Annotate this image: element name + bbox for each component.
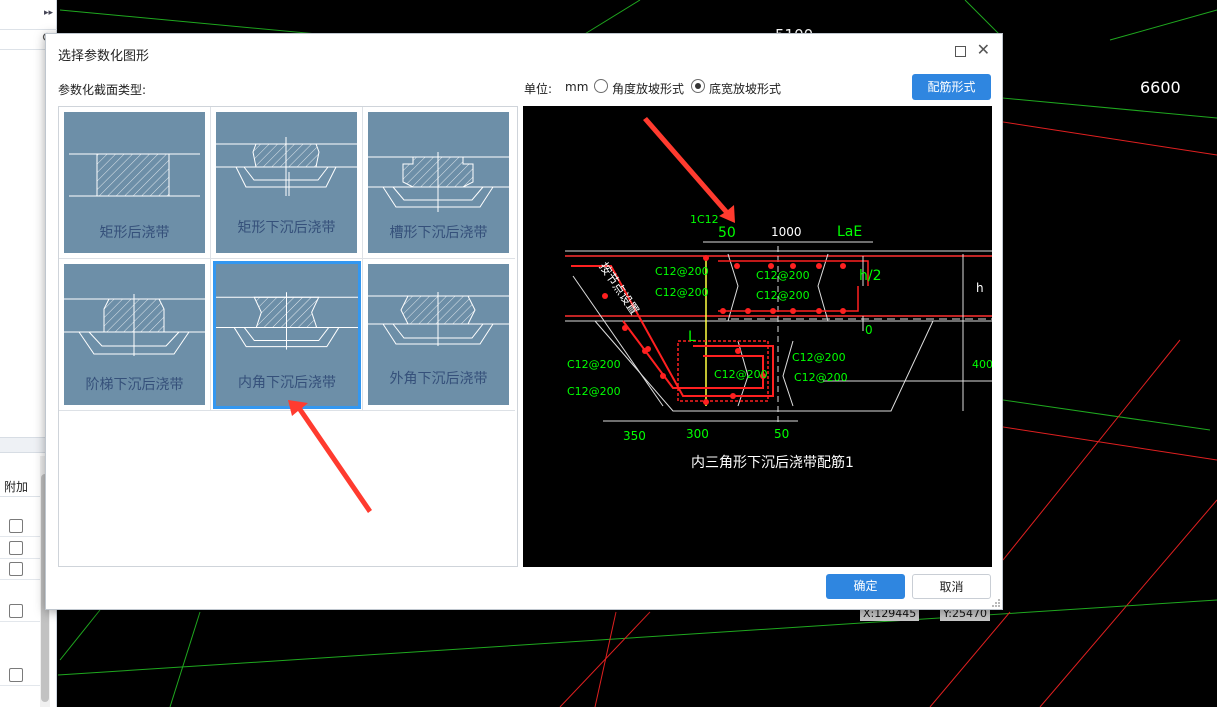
panel-header: ▸▸ bbox=[0, 0, 57, 30]
table-row bbox=[0, 559, 40, 580]
shape-tile-rect[interactable]: 矩形后浇带 bbox=[59, 107, 211, 259]
table-row bbox=[0, 665, 40, 686]
label-slope-setting: 按节点设置 bbox=[597, 260, 642, 318]
annotation-arrow-icon bbox=[288, 400, 372, 513]
rebar-label-right: C12@200 bbox=[714, 368, 768, 381]
dialog-title: 选择参数化图形 bbox=[58, 49, 150, 64]
row-checkbox[interactable] bbox=[9, 668, 23, 682]
tile-label: 内角下沉后浇带 bbox=[238, 375, 336, 391]
rebar-label-left: C12@200 bbox=[567, 358, 621, 371]
tile-label: 矩形后浇带 bbox=[99, 225, 170, 241]
column-header-attach: 附加 bbox=[0, 475, 40, 497]
shape-tile-inner-corner-sunken[interactable]: 内角下沉后浇带 bbox=[211, 259, 363, 411]
select-parametric-shape-dialog: 选择参数化图形 ✕ 参数化截面类型: 单位: mm 角度放坡形式 底宽放坡形式 … bbox=[45, 33, 1003, 610]
shape-tile-groove-sunken[interactable]: 槽形下沉后浇带 bbox=[363, 107, 515, 259]
label-dim-350: 350 bbox=[623, 429, 646, 443]
rebar-detail-drawing: 1C12 50 1000 LaE h/2 h 0 400 L 350 300 5… bbox=[565, 117, 992, 471]
ok-button[interactable]: 确定 bbox=[826, 574, 905, 599]
rebar-label-right: C12@200 bbox=[756, 269, 810, 282]
table-row bbox=[0, 516, 40, 537]
radio-width-slope-label[interactable]: 底宽放坡形式 bbox=[709, 80, 781, 97]
tile-label: 外角下沉后浇带 bbox=[389, 371, 488, 387]
tile-label: 阶梯下沉后浇带 bbox=[85, 377, 184, 393]
label-dim-1000: 1000 bbox=[771, 225, 802, 239]
rebar-preview-panel: 1C12 50 1000 LaE h/2 h 0 400 L 350 300 5… bbox=[523, 106, 992, 567]
unit-value: mm bbox=[565, 80, 589, 94]
table-row bbox=[0, 538, 40, 559]
rebar-label-left: C12@200 bbox=[655, 265, 709, 278]
shape-thumbnail: 外角下沉后浇带 bbox=[368, 264, 509, 405]
shape-tile-step-sunken[interactable]: 阶梯下沉后浇带 bbox=[59, 259, 211, 411]
rebar-label-left: C12@200 bbox=[567, 385, 621, 398]
preview-caption: 内三角形下沉后浇带配筋1 bbox=[691, 454, 854, 471]
label-h-half: h/2 bbox=[859, 268, 882, 284]
close-icon[interactable]: ✕ bbox=[977, 42, 990, 58]
cancel-button[interactable]: 取消 bbox=[912, 574, 991, 599]
resize-grip-icon[interactable] bbox=[992, 599, 1000, 607]
maximize-icon[interactable] bbox=[955, 46, 966, 57]
row-checkbox[interactable] bbox=[9, 519, 23, 533]
row-checkbox[interactable] bbox=[9, 541, 23, 555]
radio-angle-slope[interactable] bbox=[594, 79, 608, 93]
section-type-label: 参数化截面类型: bbox=[58, 83, 147, 97]
dimension-label-6600: 6600 bbox=[1140, 78, 1181, 97]
label-h: h bbox=[976, 281, 984, 295]
expand-icon[interactable]: ▸▸ bbox=[44, 8, 53, 18]
shape-thumbnail: 矩形后浇带 bbox=[64, 112, 205, 253]
shape-tile-outer-corner-sunken[interactable]: 外角下沉后浇带 bbox=[363, 259, 515, 411]
tile-label: 矩形下沉后浇带 bbox=[237, 220, 336, 236]
rebar-label-left: C12@200 bbox=[655, 286, 709, 299]
radio-width-slope[interactable] bbox=[691, 79, 705, 93]
label-top-bar: 1C12 bbox=[690, 213, 719, 226]
radio-angle-slope-label[interactable]: 角度放坡形式 bbox=[612, 80, 684, 97]
rebar-label-right: C12@200 bbox=[756, 289, 810, 302]
rebar-form-button[interactable]: 配筋形式 bbox=[912, 74, 991, 100]
shape-thumbnail: 阶梯下沉后浇带 bbox=[64, 264, 205, 405]
label-zero: 0 bbox=[865, 323, 873, 337]
row-checkbox[interactable] bbox=[9, 604, 23, 618]
cad-workspace[interactable]: 5100 6600 X:129445 Y:25470 ▸▸ › 附加 选择参数化… bbox=[0, 0, 1217, 707]
row-checkbox[interactable] bbox=[9, 562, 23, 576]
shape-tile-rect-sunken[interactable]: 矩形下沉后浇带 bbox=[211, 107, 363, 259]
label-dim-300: 300 bbox=[686, 427, 709, 441]
shape-thumbnail: 内角下沉后浇带 bbox=[213, 261, 361, 409]
annotation-arrow-icon bbox=[643, 117, 735, 223]
shape-thumbnail: 矩形下沉后浇带 bbox=[216, 112, 357, 253]
shape-thumbnail: 槽形下沉后浇带 bbox=[368, 112, 509, 253]
label-lae: LaE bbox=[837, 224, 862, 240]
label-dim-50b: 50 bbox=[774, 427, 789, 441]
table-row bbox=[0, 601, 40, 622]
label-dim-400: 400 bbox=[972, 358, 992, 371]
tile-label: 槽形下沉后浇带 bbox=[389, 225, 488, 241]
label-dim-50a: 50 bbox=[718, 225, 736, 241]
rebar-label-right: C12@200 bbox=[794, 371, 848, 384]
unit-label: 单位: bbox=[524, 82, 553, 96]
rebar-label-right: C12@200 bbox=[792, 351, 846, 364]
label-L: L bbox=[688, 329, 696, 345]
